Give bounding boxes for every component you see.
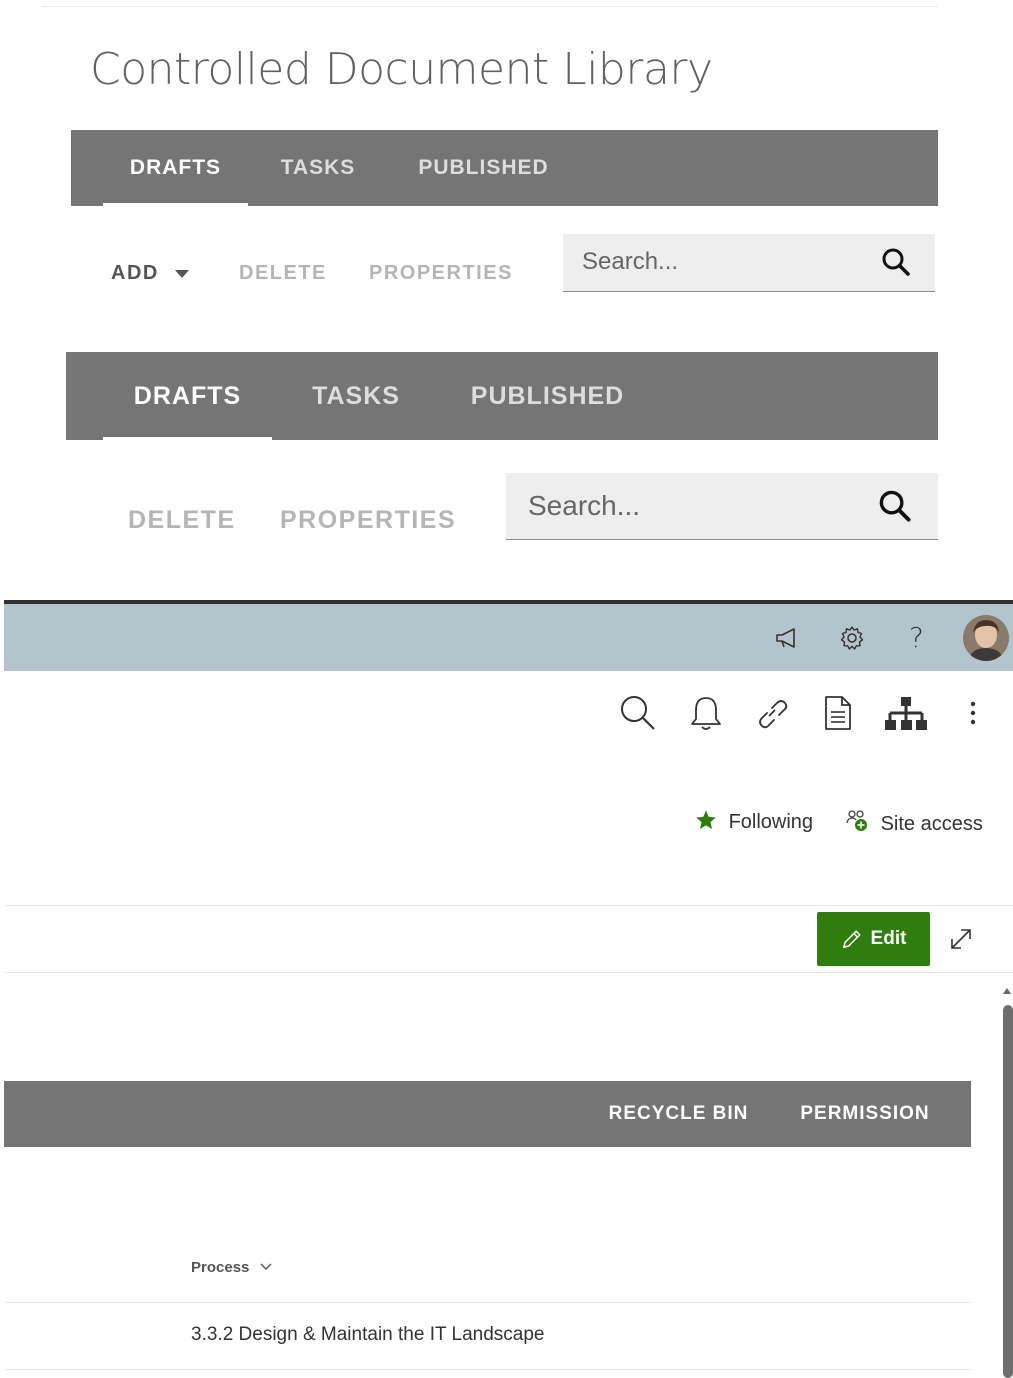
- scroll-up-arrow-icon[interactable]: [1001, 985, 1013, 997]
- edit-button[interactable]: Edit: [817, 912, 930, 966]
- divider: [4, 1369, 971, 1370]
- site-access-label: Site access: [880, 813, 983, 835]
- more-icon[interactable]: [968, 699, 978, 729]
- search-input[interactable]: [563, 234, 884, 290]
- avatar[interactable]: [963, 615, 1009, 661]
- edit-label: Edit: [870, 928, 907, 949]
- pencil-icon: [842, 930, 861, 948]
- divider: [4, 905, 1013, 906]
- tab-tasks[interactable]: TASKS: [268, 130, 368, 206]
- chevron-down-icon: [260, 1263, 272, 1270]
- properties-button[interactable]: PROPERTIES: [369, 262, 513, 285]
- help-icon[interactable]: ?: [909, 621, 924, 654]
- search-input[interactable]: [506, 473, 880, 538]
- tab-recycle-bin[interactable]: RECYCLE BIN: [601, 1081, 756, 1147]
- bell-icon[interactable]: [689, 694, 723, 732]
- tab-published[interactable]: PUBLISHED: [401, 130, 566, 206]
- delete-button[interactable]: DELETE: [128, 506, 236, 535]
- delete-button[interactable]: DELETE: [239, 262, 327, 285]
- tab-drafts[interactable]: DRAFTS: [103, 352, 272, 440]
- gear-icon[interactable]: [838, 624, 866, 652]
- megaphone-icon[interactable]: [773, 624, 801, 652]
- site-access-button[interactable]: Site access: [845, 809, 983, 836]
- column-header-label: Process: [191, 1259, 250, 1276]
- tab-drafts[interactable]: DRAFTS: [103, 130, 248, 206]
- search-box-top: [563, 234, 935, 292]
- tab-drafts-indicator: [103, 203, 248, 206]
- scrollbar[interactable]: [1001, 985, 1013, 1378]
- tab-published[interactable]: PUBLISHED: [456, 352, 639, 440]
- list-item[interactable]: 3.3.2 Design & Maintain the IT Landscape: [191, 1324, 545, 1346]
- add-button[interactable]: ADD: [111, 262, 190, 285]
- add-label: ADD: [111, 262, 159, 284]
- column-header-process[interactable]: Process: [191, 1259, 272, 1276]
- following-label: Following: [728, 811, 814, 833]
- caret-down-icon: [174, 269, 189, 278]
- tab-permission[interactable]: PERMISSION: [789, 1081, 941, 1147]
- scrollbar-thumb[interactable]: [1003, 1005, 1013, 1378]
- search-icon[interactable]: [881, 247, 911, 277]
- people-add-icon: [846, 810, 867, 831]
- expand-icon[interactable]: [948, 926, 974, 952]
- tab-tasks[interactable]: TASKS: [296, 352, 416, 440]
- library-tab-bar: RECYCLE BIN PERMISSION: [4, 1081, 971, 1147]
- search-box-second: [506, 473, 938, 540]
- search-icon[interactable]: [619, 694, 657, 732]
- tab-bar-top: DRAFTS TASKS PUBLISHED: [71, 130, 938, 206]
- link-icon[interactable]: [754, 695, 790, 731]
- search-icon[interactable]: [878, 489, 912, 523]
- tab-drafts-indicator: [103, 437, 272, 440]
- divider: [4, 1302, 971, 1303]
- sitemap-icon[interactable]: [884, 696, 928, 732]
- following-button[interactable]: Following: [695, 809, 813, 834]
- top-divider: [42, 6, 938, 7]
- document-icon[interactable]: [822, 694, 854, 732]
- star-icon: [696, 810, 716, 829]
- page-title: Controlled Document Library: [90, 44, 713, 95]
- tab-bar-second: DRAFTS TASKS PUBLISHED: [66, 352, 938, 440]
- divider: [4, 972, 1013, 973]
- properties-button[interactable]: PROPERTIES: [280, 506, 456, 535]
